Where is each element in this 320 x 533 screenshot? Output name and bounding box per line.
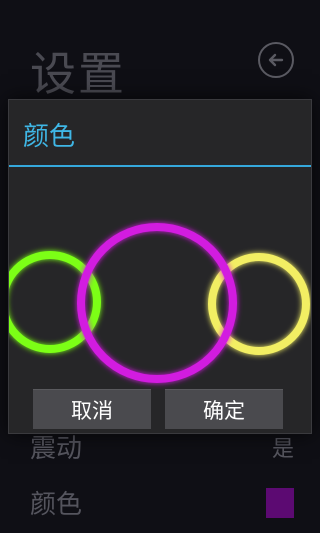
- dialog-title: 颜色: [23, 122, 76, 152]
- ok-button[interactable]: 确定: [165, 389, 283, 429]
- color-dialog: 颜色 取消 确定: [8, 99, 312, 434]
- page-title: 设置: [30, 47, 126, 101]
- arrow-left-icon: [268, 53, 284, 67]
- back-button[interactable]: [258, 42, 294, 78]
- dialog-divider: [9, 165, 311, 167]
- color-swatch: [266, 487, 294, 518]
- cancel-button[interactable]: 取消: [33, 389, 151, 429]
- setting-row-color[interactable]: 颜色: [30, 484, 294, 521]
- setting-label-color: 颜色: [30, 490, 83, 520]
